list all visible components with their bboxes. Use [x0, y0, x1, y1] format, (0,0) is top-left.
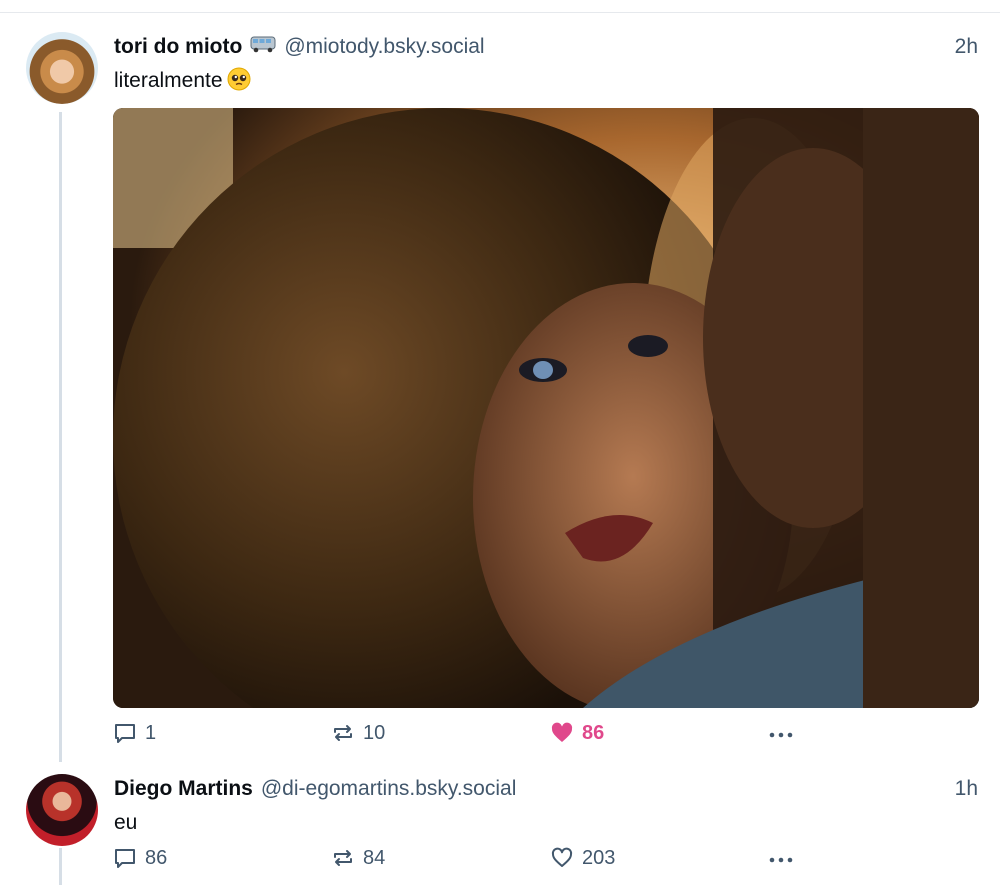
post-header: Diego Martins @di-egomartins.bsky.social [114, 777, 516, 801]
reply-button[interactable]: 86 [113, 846, 167, 870]
reply-count: 86 [145, 846, 168, 869]
post-actions: 86 84 203 [113, 846, 979, 876]
more-options-button[interactable] [768, 725, 794, 745]
like-count: 203 [582, 846, 616, 869]
avatar[interactable] [26, 774, 98, 846]
post-image[interactable] [113, 108, 979, 708]
thread-connector-line [59, 112, 62, 762]
like-button[interactable]: 203 [550, 846, 615, 870]
reply-count: 1 [145, 721, 157, 744]
post-header: tori do mioto @miotody.bsky.social [114, 35, 485, 59]
reply-button[interactable]: 1 [113, 721, 156, 745]
repost-button[interactable]: 10 [331, 721, 385, 745]
post-actions: 1 10 86 [113, 721, 979, 751]
user-handle[interactable]: @di-egomartins.bsky.social [261, 777, 517, 801]
avatar[interactable] [26, 32, 98, 104]
post-text: eu [114, 811, 137, 835]
post-timestamp[interactable]: 2h [955, 35, 978, 59]
post-timestamp[interactable]: 1h [955, 777, 978, 801]
display-name[interactable]: Diego Martins [114, 777, 253, 801]
more-options-button[interactable] [768, 850, 794, 870]
top-divider [0, 12, 1000, 13]
more-options-icon [769, 732, 793, 738]
post-text: literalmente [114, 67, 251, 93]
post-text-content: literalmente [114, 69, 223, 92]
heart-filled-icon [551, 722, 573, 742]
display-name[interactable]: tori do mioto [114, 35, 242, 59]
like-count: 86 [582, 721, 605, 744]
repost-icon [334, 725, 352, 741]
pleading-face-emoji [227, 67, 251, 91]
like-button[interactable]: 86 [550, 721, 604, 745]
user-handle[interactable]: @miotody.bsky.social [284, 35, 484, 59]
post-text-content: eu [114, 811, 138, 834]
thread-connector-line [59, 848, 62, 885]
repost-count: 10 [363, 721, 386, 744]
repost-icon [334, 850, 352, 866]
repost-count: 84 [363, 846, 386, 869]
reply-icon [115, 724, 135, 743]
reply-icon [115, 849, 135, 868]
repost-button[interactable]: 84 [331, 846, 385, 870]
heart-outline-icon [551, 847, 573, 867]
more-options-icon [769, 857, 793, 863]
bus-icon [250, 35, 276, 53]
